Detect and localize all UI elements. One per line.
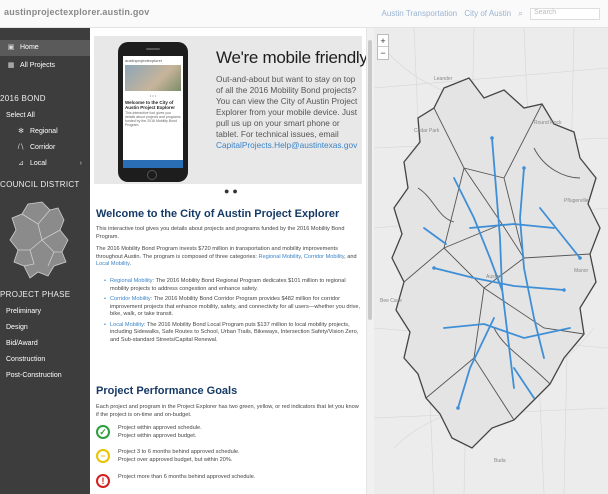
sidebar-item-phase-preliminary[interactable]: Preliminary — [0, 304, 90, 320]
council-district-map[interactable] — [8, 200, 74, 280]
bond-heading: 2016 BOND — [0, 94, 46, 103]
phone-illustration: austinprojectexplorer • • • Welcome to t… — [118, 42, 188, 182]
phone-photo — [125, 65, 181, 91]
council-heading: COUNCIL DISTRICT — [0, 180, 80, 189]
goal-red: ! Project more than 6 months behind appr… — [96, 474, 356, 494]
zoom-in-button[interactable]: + — [378, 35, 388, 47]
top-link-transportation[interactable]: Austin Transportation — [382, 9, 458, 18]
local-icon: ⊿ — [18, 160, 24, 167]
regional-mobility-link[interactable]: Regional Mobility — [259, 254, 301, 260]
local-link[interactable]: Local Mobility: — [110, 322, 145, 328]
top-link-city[interactable]: City of Austin — [464, 9, 511, 18]
site-url[interactable]: austinprojectexplorer.austin.gov — [4, 7, 149, 17]
sidebar-item-regional[interactable]: ✻ Regional — [0, 124, 90, 140]
map-canvas[interactable] — [374, 28, 608, 494]
phone-home-button — [147, 170, 157, 180]
phone-text: This interactive tool gives you details … — [125, 111, 181, 127]
sidebar-item-phase-construction[interactable]: Construction — [0, 352, 90, 368]
goal-yellow: − Project 3 to 6 months behind approved … — [96, 449, 356, 469]
mobile-banner: austinprojectexplorer • • • Welcome to t… — [94, 36, 366, 184]
map-label: Leander — [434, 76, 453, 82]
sidebar-item-all-projects[interactable]: ▦ All Projects — [0, 58, 90, 74]
list-item: Local Mobility: The 2016 Mobility Bond L… — [104, 322, 362, 345]
grid-icon: ▦ — [7, 62, 15, 69]
map-label: Pflugerville — [564, 198, 589, 204]
sidebar-item-select-all[interactable]: Select All — [0, 108, 90, 124]
map-label: Round Rock — [534, 120, 562, 126]
corridor-icon: /∖ — [17, 144, 25, 151]
goals-title: Project Performance Goals — [96, 385, 238, 397]
sidebar-item-phase-bid-award[interactable]: Bid/Award — [0, 336, 90, 352]
check-icon: ✓ — [96, 425, 110, 439]
phase-heading: PROJECT PHASE — [0, 290, 71, 299]
list-item: Corridor Mobility: The 2016 Mobility Bon… — [104, 296, 362, 319]
chevron-right-icon: › — [79, 160, 82, 167]
category-list: Regional Mobility: The 2016 Mobility Bon… — [104, 278, 362, 347]
regional-icon: ✻ — [18, 128, 24, 135]
sidebar-item-corridor[interactable]: /∖ Corridor — [0, 140, 90, 156]
phone-title: Welcome to the City of Austin Project Ex… — [125, 100, 176, 110]
goal-green: ✓ Project within approved schedule. Proje… — [96, 425, 356, 445]
map-label: Buda — [494, 458, 506, 464]
phone-tabbar — [123, 160, 183, 168]
alert-icon: ! — [96, 474, 110, 488]
sidebar: ▣ Home ▦ All Projects 2016 BOND Select All… — [0, 28, 90, 494]
search-icon[interactable]: ⌕ — [518, 9, 522, 18]
banner-title: We're mobile friendly! — [216, 48, 366, 67]
support-email-link[interactable]: CapitalProjects.Help@austintexas.gov — [216, 140, 357, 150]
main-content: austinprojectexplorer • • • Welcome to t… — [90, 28, 366, 494]
map-label: Cedar Park — [414, 128, 440, 134]
welcome-intro: This interactive tool gives you details … — [96, 226, 345, 240]
banner-body: Out-and-about but want to stay on top of… — [216, 74, 358, 150]
regional-link[interactable]: Regional Mobility: — [110, 278, 154, 284]
sidebar-item-home[interactable]: ▣ Home — [0, 40, 90, 56]
sidebar-item-local[interactable]: ⊿ Local › — [0, 156, 90, 172]
sidebar-item-phase-post-construction[interactable]: Post-Construction — [0, 368, 90, 384]
local-mobility-link[interactable]: Local Mobility — [96, 261, 129, 267]
welcome-title: Welcome to the City of Austin Project Ex… — [96, 208, 340, 220]
project-map[interactable]: Leander Cedar Park Round Rock Pflugervil… — [374, 28, 608, 494]
map-zoom-control: + − — [377, 34, 389, 60]
corridor-link[interactable]: Corridor Mobility: — [110, 296, 152, 302]
list-item: Regional Mobility: The 2016 Mobility Bon… — [104, 278, 362, 293]
map-label: Bee Cave — [380, 298, 402, 304]
warning-icon: − — [96, 449, 110, 463]
search-input[interactable]: Search — [530, 8, 600, 20]
goals-description: Each project and program in the Project … — [96, 404, 359, 418]
corridor-mobility-link[interactable]: Corridor Mobility — [304, 254, 344, 260]
home-icon: ▣ — [7, 44, 15, 51]
carousel-dots[interactable]: ●● — [224, 186, 241, 196]
top-header: austinprojectexplorer.austin.gov Austin … — [0, 0, 608, 28]
zoom-out-button[interactable]: − — [378, 47, 388, 59]
sidebar-item-phase-design[interactable]: Design — [0, 320, 90, 336]
main-scrollbar-thumb[interactable] — [368, 40, 372, 320]
map-label: Manor — [574, 268, 589, 274]
phone-brand: austinprojectexplorer — [125, 58, 163, 63]
top-links: Austin Transportation City of Austin ⌕ S… — [377, 8, 600, 20]
map-label: Austin — [486, 274, 500, 280]
welcome-program: The 2016 Mobility Bond Program invests $… — [96, 246, 357, 267]
